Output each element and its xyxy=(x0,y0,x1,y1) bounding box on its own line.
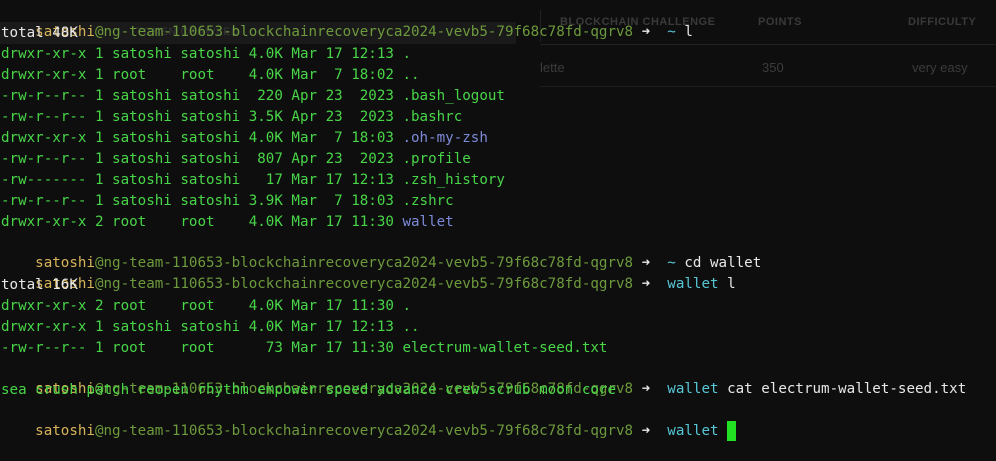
listing-row: drwxr-xr-x 1 satoshi satoshi 4.0K Mar 17… xyxy=(1,317,420,337)
prompt-cwd: wallet xyxy=(667,423,719,439)
listing-row: -rw-r--r-- 1 satoshi satoshi 3.5K Apr 23… xyxy=(1,107,462,127)
prompt-line: satoshi@ng-team-110653-blockchainrecover… xyxy=(1,254,735,292)
listing-name: .. xyxy=(402,67,420,83)
prompt-user: satoshi xyxy=(35,423,95,439)
listing-name: .. xyxy=(402,319,420,335)
listing-name: .bashrc xyxy=(402,109,463,125)
listing-row: -rw-r--r-- 1 satoshi satoshi 220 Apr 23 … xyxy=(1,86,505,106)
prompt-arrow-icon: ➜ xyxy=(641,24,651,40)
listing-name: .zsh_history xyxy=(402,172,505,188)
active-prompt-line[interactable]: satoshi@ng-team-110653-blockchainrecover… xyxy=(1,401,737,441)
listing-meta: -rw-r--r-- 1 satoshi satoshi 807 Apr 23 … xyxy=(1,151,403,167)
prompt-arrow-icon: ➜ xyxy=(641,276,651,292)
listing-row: -rw-r--r-- 1 satoshi satoshi 807 Apr 23 … xyxy=(1,149,471,169)
listing-total: total 48K xyxy=(1,25,78,41)
prompt-host: @ng-team-110653-blockchainrecoveryca2024… xyxy=(94,276,634,292)
prompt-arrow-icon: ➜ xyxy=(641,381,651,397)
prompt-host: @ng-team-110653-blockchainrecoveryca2024… xyxy=(94,423,634,439)
listing-row: drwxr-xr-x 2 root root 4.0K Mar 17 11:30… xyxy=(1,296,411,316)
terminal-window[interactable]: satoshi@ng-team-110653-blockchainrecover… xyxy=(0,0,996,441)
text-cursor[interactable] xyxy=(727,421,737,441)
listing-meta: -rw-r--r-- 1 satoshi satoshi 3.5K Apr 23… xyxy=(1,109,403,125)
listing-total: total 16K xyxy=(1,277,78,293)
listing-name: .bash_logout xyxy=(402,88,505,104)
listing-row: -rw-r--r-- 1 satoshi satoshi 3.9K Mar 7 … xyxy=(1,191,454,211)
prompt-line: satoshi@ng-team-110653-blockchainrecover… xyxy=(1,359,966,397)
listing-meta: -rw-r--r-- 1 satoshi satoshi 3.9K Mar 7 … xyxy=(1,193,403,209)
prompt-line: satoshi@ng-team-110653-blockchainrecover… xyxy=(1,2,693,40)
prompt-line: satoshi@ng-team-110653-blockchainrecover… xyxy=(1,233,761,271)
listing-meta: drwxr-xr-x 1 satoshi satoshi 4.0K Mar 17… xyxy=(1,319,403,335)
command-text: l xyxy=(684,24,693,40)
seed-output: sea crush patch reopen rhythm empower sp… xyxy=(1,382,616,398)
command-text: cat electrum-wallet-seed.txt xyxy=(727,381,967,397)
listing-meta: -rw------- 1 satoshi satoshi 17 Mar 17 1… xyxy=(1,172,403,188)
listing-name: .zshrc xyxy=(402,193,454,209)
listing-name: . xyxy=(402,46,412,62)
listing-meta: -rw-r--r-- 1 satoshi satoshi 220 Apr 23 … xyxy=(1,88,403,104)
listing-name: .profile xyxy=(402,151,471,167)
listing-name: .oh-my-zsh xyxy=(402,130,488,146)
listing-name: electrum-wallet-seed.txt xyxy=(402,340,608,356)
prompt-arrow-icon: ➜ xyxy=(641,423,651,439)
listing-meta: drwxr-xr-x 2 root root 4.0K Mar 17 11:30 xyxy=(1,214,403,230)
listing-row: drwxr-xr-x 1 satoshi satoshi 4.0K Mar 17… xyxy=(1,44,411,64)
listing-row: drwxr-xr-x 2 root root 4.0K Mar 17 11:30… xyxy=(1,212,454,232)
listing-row: -rw------- 1 satoshi satoshi 17 Mar 17 1… xyxy=(1,170,505,190)
listing-meta: drwxr-xr-x 2 root root 4.0K Mar 17 11:30 xyxy=(1,298,403,314)
prompt-cwd: ~ xyxy=(667,24,676,40)
listing-row: drwxr-xr-x 1 satoshi satoshi 4.0K Mar 7 … xyxy=(1,128,488,148)
prompt-cwd: wallet xyxy=(667,276,719,292)
listing-row: -rw-r--r-- 1 root root 73 Mar 17 11:30 e… xyxy=(1,338,607,358)
listing-meta: -rw-r--r-- 1 root root 73 Mar 17 11:30 xyxy=(1,340,403,356)
listing-meta: drwxr-xr-x 1 satoshi satoshi 4.0K Mar 7 … xyxy=(1,130,403,146)
prompt-cwd: wallet xyxy=(667,381,719,397)
command-text: l xyxy=(727,276,736,292)
listing-row: drwxr-xr-x 1 root root 4.0K Mar 7 18:02 … xyxy=(1,65,420,85)
listing-name: . xyxy=(402,298,412,314)
listing-name: wallet xyxy=(402,214,454,230)
prompt-host: @ng-team-110653-blockchainrecoveryca2024… xyxy=(94,24,634,40)
listing-meta: drwxr-xr-x 1 satoshi satoshi 4.0K Mar 17… xyxy=(1,46,403,62)
listing-meta: drwxr-xr-x 1 root root 4.0K Mar 7 18:02 xyxy=(1,67,403,83)
